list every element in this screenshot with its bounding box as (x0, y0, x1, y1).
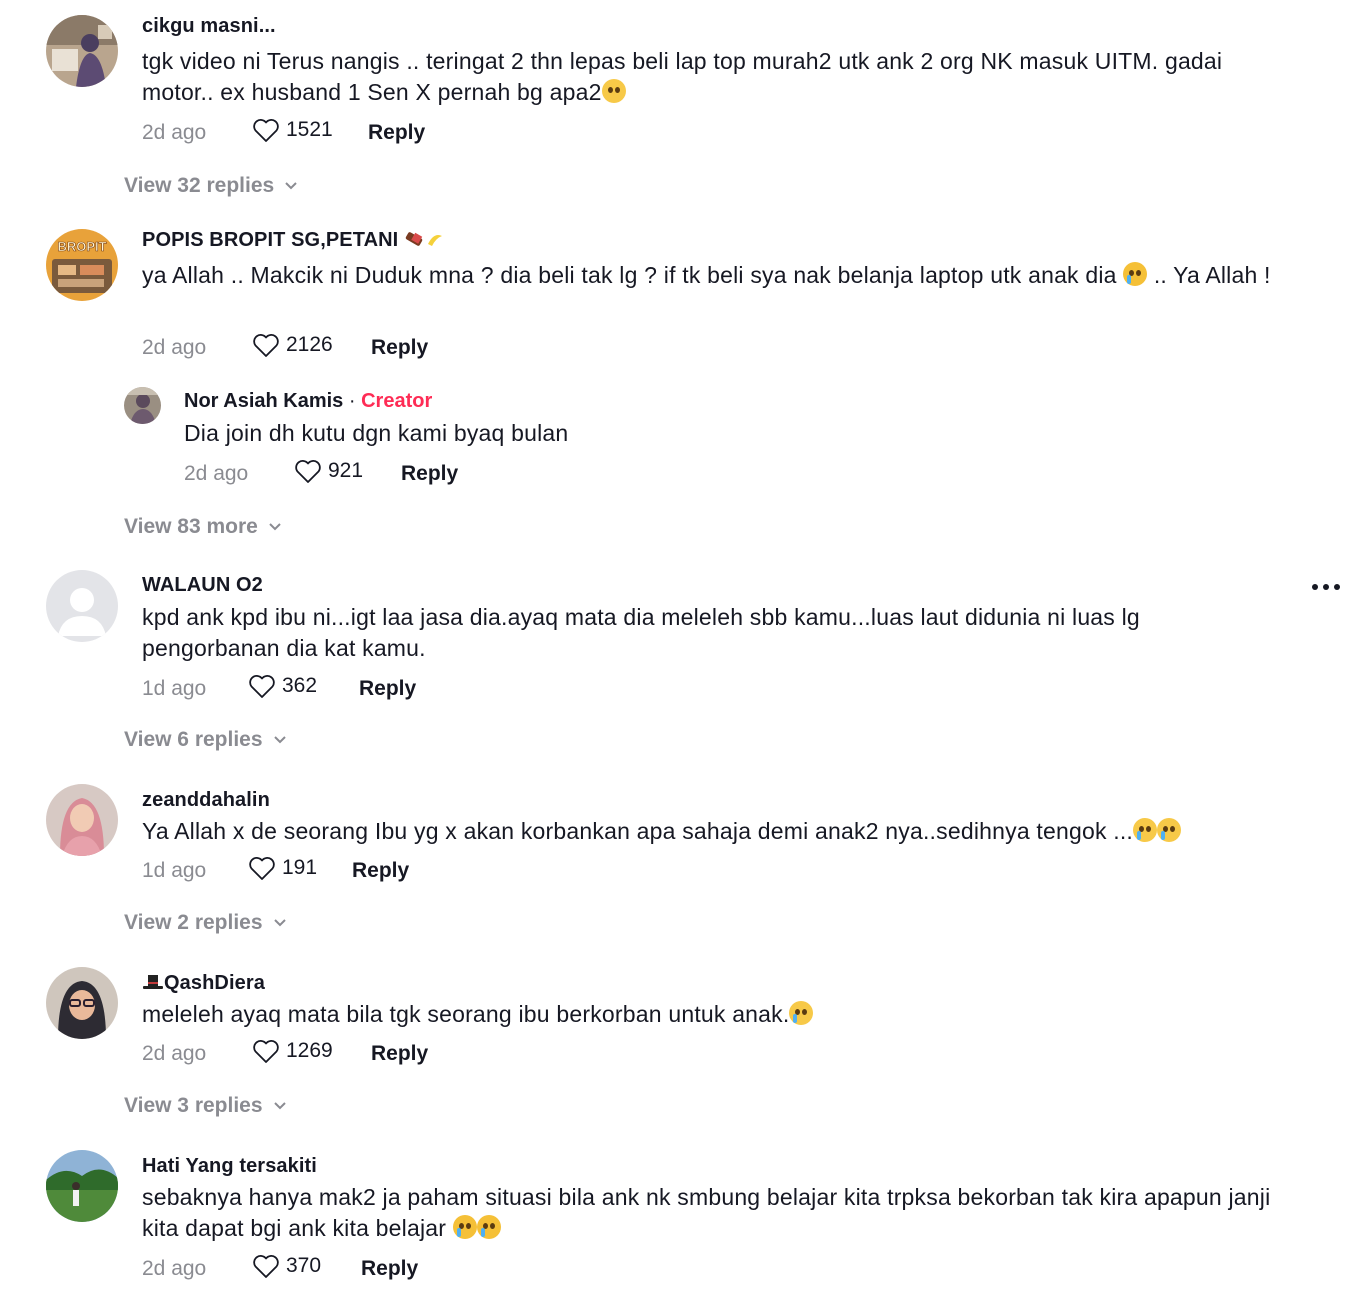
reply-username[interactable]: Nor Asiah Kamis · Creator (184, 390, 432, 413)
comment-username[interactable]: zeanddahalin (142, 789, 270, 812)
comment-username[interactable]: cikgu masni... (142, 15, 276, 38)
comment-time: 1d ago (142, 677, 207, 700)
reply-button[interactable]: Reply (371, 336, 428, 360)
comment-text: meleleh ayaq mata bila tgk seorang ibu b… (142, 999, 1272, 1030)
comment-time: 2d ago (142, 1257, 207, 1280)
crying-face-emoji (476, 1215, 501, 1239)
loudly-crying-face-emoji (1133, 818, 1158, 842)
chocolate-banana-emoji (404, 230, 444, 248)
like-button[interactable]: 1521 (252, 117, 333, 143)
heart-icon (253, 1040, 279, 1063)
reply-button[interactable]: Reply (359, 677, 416, 701)
comment-text: sebaknya hanya mak2 ja paham situasi bil… (142, 1184, 1271, 1241)
comment-username[interactable]: Hati Yang tersakiti (142, 1155, 317, 1178)
like-count: 2126 (286, 333, 333, 356)
like-count: 370 (286, 1254, 322, 1277)
comment-username[interactable]: POPIS BROPIT SG,PETANI (142, 229, 444, 252)
heart-icon (249, 675, 275, 698)
reply-item: Nor Asiah Kamis · Creator Dia join dh ku… (124, 387, 1224, 487)
like-count: 1269 (286, 1039, 333, 1062)
more-options-icon[interactable] (1312, 584, 1340, 590)
comment-time: 1d ago (142, 859, 207, 882)
comment-username[interactable]: QashDiera (142, 972, 265, 995)
comment-text: Ya Allah x de seorang Ibu yg x akan korb… (142, 816, 1272, 847)
view-replies-label: View 83 more (124, 515, 258, 538)
like-count: 921 (328, 459, 364, 482)
view-replies-label: View 2 replies (124, 911, 263, 934)
like-count: 1521 (286, 118, 333, 141)
view-replies-button[interactable]: View 6 replies (124, 728, 287, 752)
view-replies-button[interactable]: View 3 replies (124, 1094, 287, 1118)
view-replies-label: View 6 replies (124, 728, 263, 751)
heart-icon (253, 1255, 279, 1278)
comment-text: tgk video ni Terus nangis .. teringat 2 … (142, 48, 1223, 105)
like-count: 191 (282, 856, 318, 879)
creator-badge: Creator (361, 390, 433, 412)
avatar[interactable] (46, 967, 118, 1039)
reply-button[interactable]: Reply (352, 859, 409, 883)
pleading-face-emoji (601, 79, 626, 103)
like-button[interactable]: 370 (252, 1253, 321, 1279)
avatar[interactable] (46, 1150, 118, 1222)
comment-text: ya Allah .. Makcik ni Duduk mna ? dia be… (142, 262, 1271, 288)
loudly-crying-face-emoji (1157, 818, 1182, 842)
comment-time: 2d ago (142, 336, 207, 359)
comment-text: kpd ank kpd ibu ni...igt laa jasa dia.ay… (142, 604, 1140, 661)
loudly-crying-face-emoji (789, 1001, 814, 1025)
heart-icon (253, 119, 279, 142)
view-replies-label: View 32 replies (124, 174, 275, 197)
view-replies-button[interactable]: View 83 more (124, 515, 282, 539)
like-button[interactable]: 191 (248, 855, 317, 881)
chevron-down-icon (273, 736, 286, 744)
heart-icon (253, 334, 279, 357)
crying-face-emoji (1123, 262, 1148, 286)
view-replies-button[interactable]: View 32 replies (124, 174, 298, 198)
avatar[interactable]: BROPIT (46, 229, 118, 301)
heart-icon (249, 857, 275, 880)
like-button[interactable]: 921 (294, 458, 363, 484)
like-button[interactable]: 2126 (252, 332, 333, 358)
like-button[interactable]: 1269 (252, 1038, 333, 1064)
reply-button[interactable]: Reply (371, 1042, 428, 1066)
reply-button[interactable]: Reply (368, 121, 425, 145)
top-hat-emoji (142, 973, 164, 991)
comment-time: 2d ago (142, 1042, 207, 1065)
view-replies-button[interactable]: View 2 replies (124, 911, 287, 935)
avatar[interactable] (124, 387, 161, 424)
reply-button[interactable]: Reply (401, 462, 458, 486)
view-replies-label: View 3 replies (124, 1094, 263, 1117)
avatar[interactable] (46, 784, 118, 856)
heart-icon (295, 460, 321, 483)
chevron-down-icon (273, 1102, 286, 1110)
comment-username[interactable]: WALAUN O2 (142, 574, 263, 597)
comment-time: 2d ago (142, 121, 207, 144)
chevron-down-icon (273, 919, 286, 927)
like-button[interactable]: 362 (248, 673, 317, 699)
reply-time: 2d ago (184, 462, 249, 485)
avatar[interactable] (46, 15, 118, 87)
like-count: 362 (282, 674, 318, 697)
reply-text: Dia join dh kutu dgn kami byaq bulan (184, 420, 569, 446)
chevron-down-icon (269, 523, 281, 531)
crying-face-emoji (452, 1215, 477, 1239)
avatar[interactable] (46, 570, 118, 642)
svg-text:BROPIT: BROPIT (57, 239, 106, 254)
chevron-down-icon (285, 182, 297, 190)
reply-button[interactable]: Reply (361, 1257, 418, 1281)
